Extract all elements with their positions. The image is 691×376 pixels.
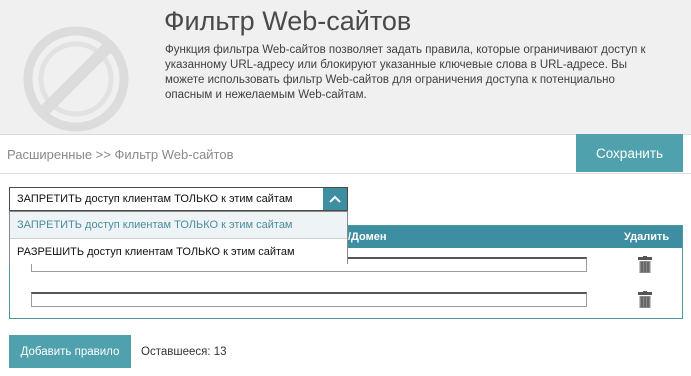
column-header-domain: /Домен	[348, 231, 387, 243]
page-title: Фильтр Web-сайтов	[164, 6, 412, 36]
domain-input[interactable]	[31, 292, 587, 307]
trash-icon[interactable]	[638, 256, 652, 273]
breadcrumb: Расширенные >> Фильтр Web-сайтов	[7, 147, 234, 162]
remaining-rules-count: Оставшееся: 13	[141, 346, 227, 358]
filter-mode-option-allow[interactable]: РАЗРЕШИТЬ доступ клиентам ТОЛЬКО к этим …	[10, 238, 347, 264]
filter-mode-option-deny[interactable]: ЗАПРЕТИТЬ доступ клиентам ТОЛЬКО к этим …	[10, 212, 347, 238]
trash-icon[interactable]	[638, 291, 652, 308]
add-rule-button[interactable]: Добавить правило	[9, 335, 131, 368]
column-header-delete: Удалить	[624, 231, 670, 243]
chevron-up-icon[interactable]	[323, 188, 347, 210]
page-header: Фильтр Web-сайтов Функция фильтра Web-са…	[0, 0, 691, 134]
filter-mode-dropdown: ЗАПРЕТИТЬ доступ клиентам ТОЛЬКО к этим …	[9, 211, 348, 264]
page-description: Функция фильтра Web-сайтов позволяет зад…	[165, 44, 646, 101]
filter-mode-select[interactable]: ЗАПРЕТИТЬ доступ клиентам ТОЛЬКО к этим …	[9, 187, 348, 211]
filter-mode-selected-value: ЗАПРЕТИТЬ доступ клиентам ТОЛЬКО к этим …	[17, 193, 293, 205]
save-button[interactable]: Сохранить	[576, 134, 683, 172]
website-filter-icon	[23, 26, 129, 132]
